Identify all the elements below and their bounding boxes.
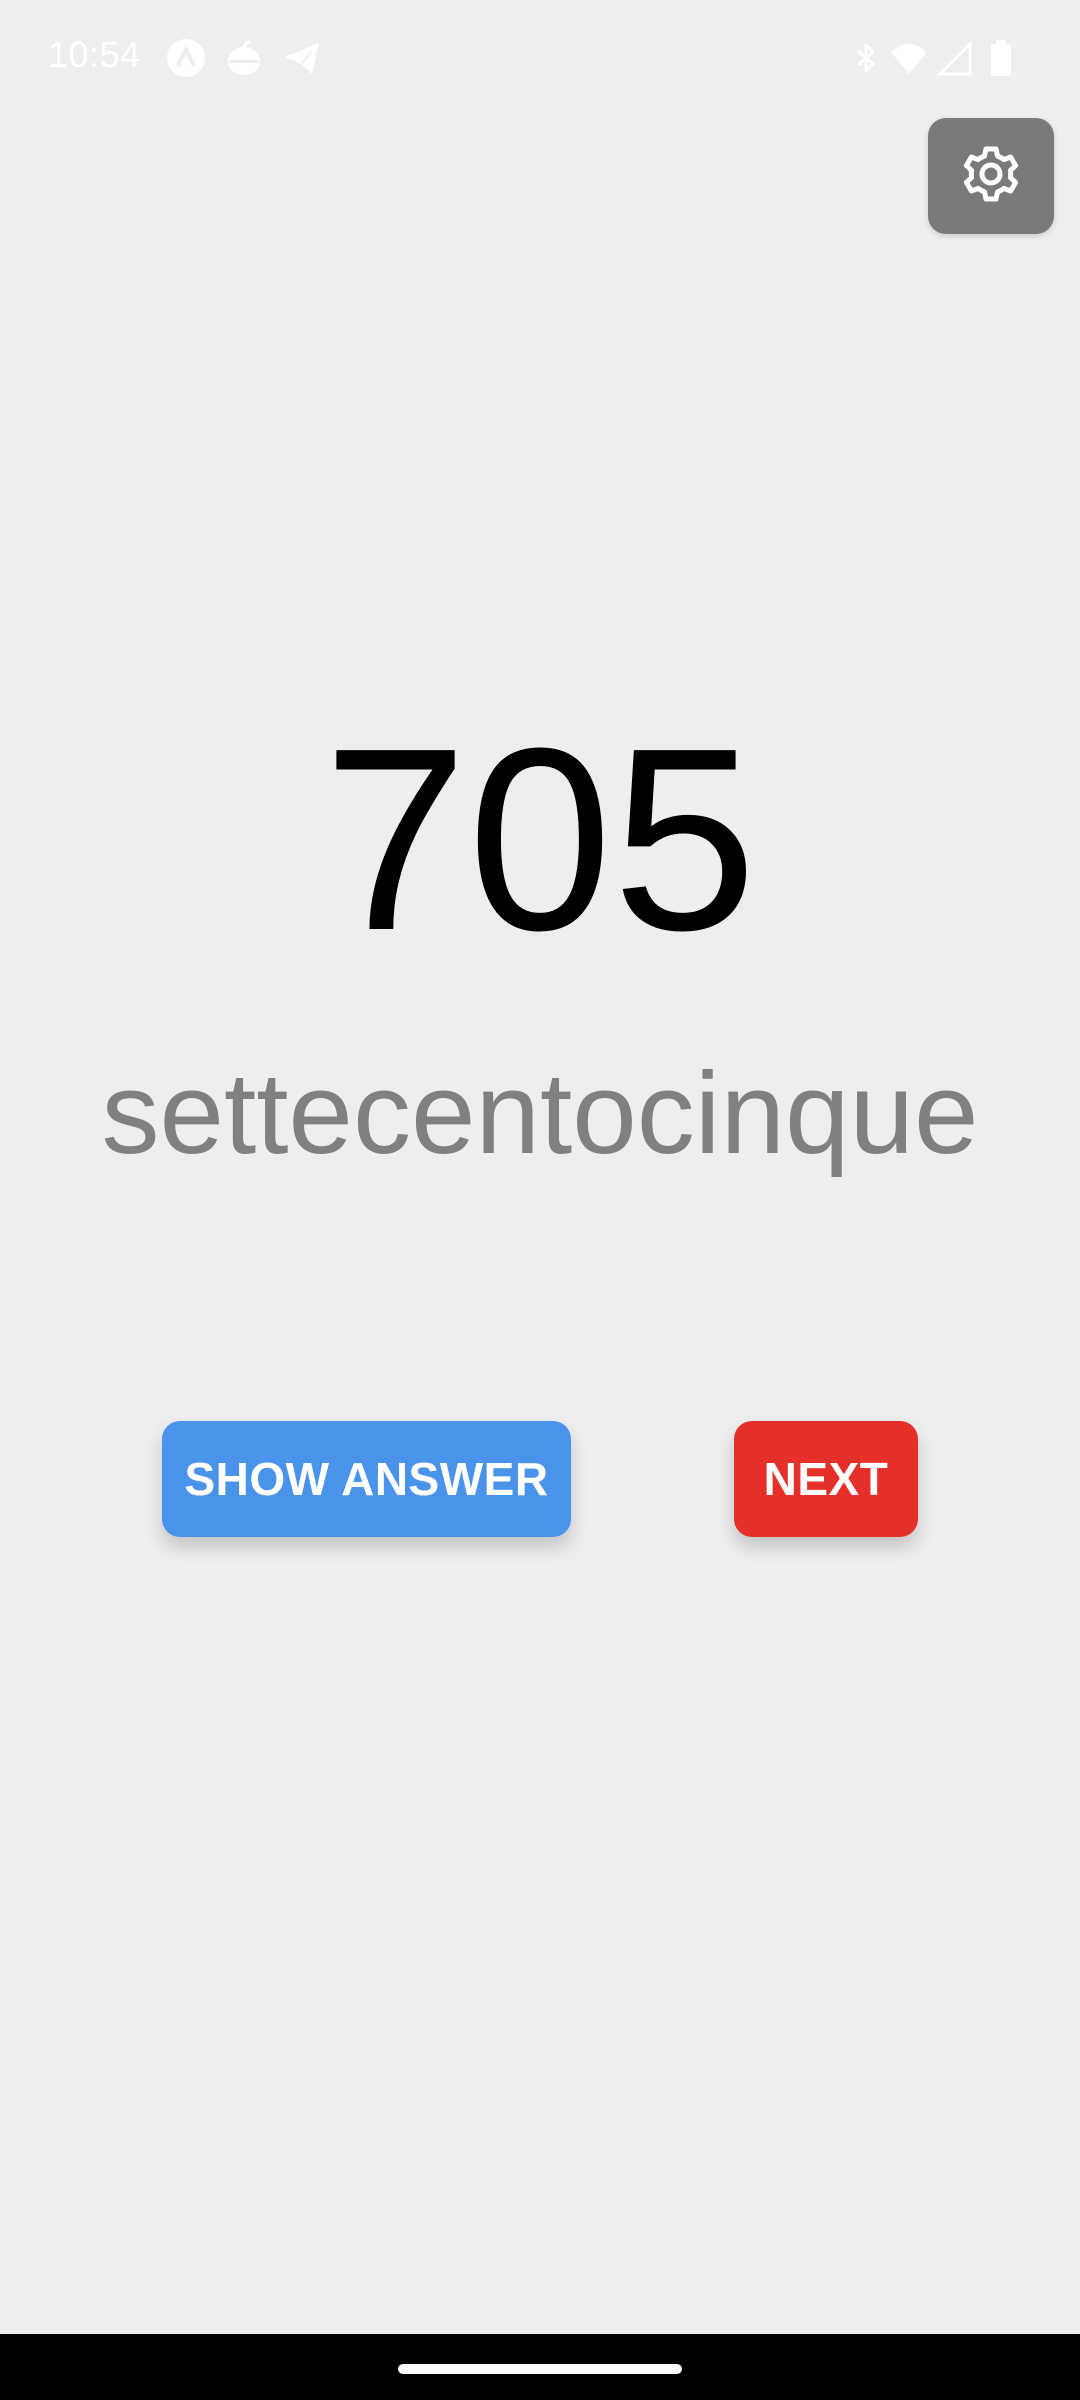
telegram-send-icon [282, 38, 322, 78]
wifi-icon [889, 38, 929, 78]
status-time: 10:54 [48, 34, 141, 75]
show-answer-button[interactable]: SHOW ANSWER [162, 1421, 571, 1537]
next-button[interactable]: NEXT [734, 1421, 918, 1537]
bluetooth-icon [846, 38, 886, 78]
number-display: 705 [323, 695, 757, 985]
gear-icon [959, 142, 1023, 211]
number-words: settecentocinque [101, 1048, 979, 1178]
battery-icon [982, 38, 1022, 78]
navigation-bar [0, 2334, 1080, 2400]
home-gesture-handle[interactable] [398, 2364, 682, 2374]
apple-icon [224, 38, 264, 78]
a-circle-icon [166, 38, 206, 78]
settings-button[interactable] [928, 118, 1054, 234]
cellular-signal-icon [936, 38, 976, 78]
status-bar: 10:54 [0, 0, 1080, 120]
